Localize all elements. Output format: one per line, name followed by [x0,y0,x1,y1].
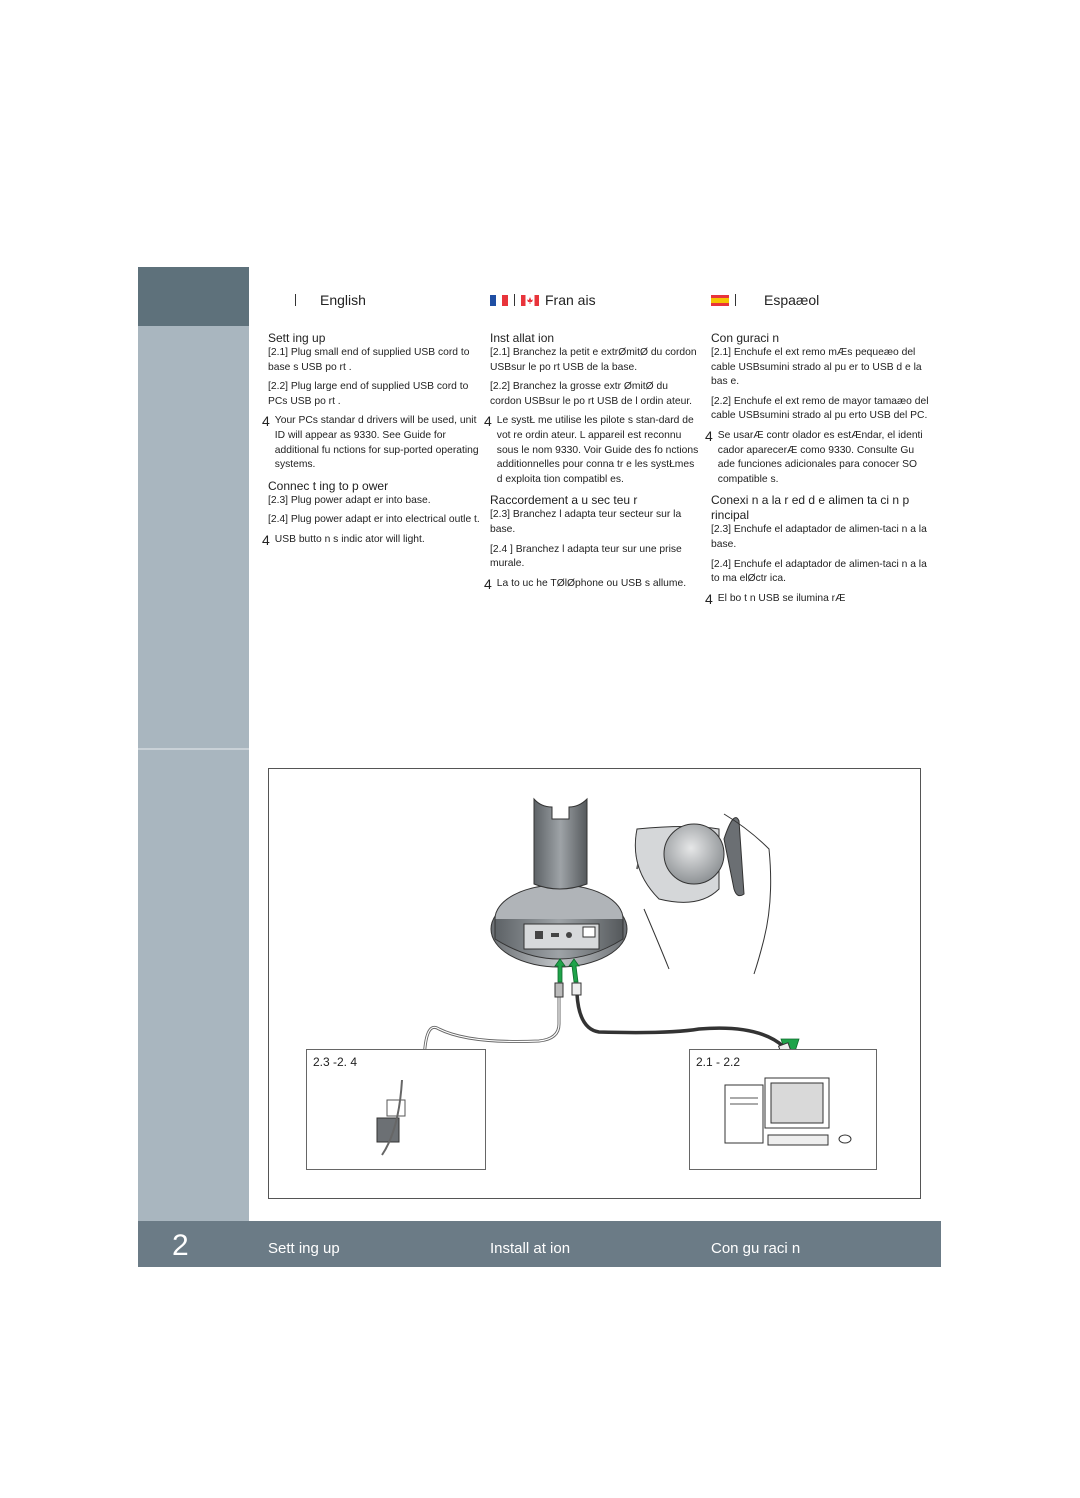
separator [735,294,736,306]
section-title-power: Connec t ing to p ower [268,478,389,493]
separator [295,294,296,306]
language-label: Espaæol [764,291,820,308]
step-2-1: [2.1] Plug small end of supplied USB cor… [268,347,470,373]
note-indicator: 4 La to uc he TØlØphone ou USB s allume. [484,575,687,592]
footer-title-spanish: Con gu raci n [711,1240,801,1257]
inset-power-adapter: 2.3 -2. 4 [306,1049,486,1170]
footer-title-english: Sett ing up [268,1240,340,1257]
column-spanish: Espaæol Con guraci n [2.1] Enchufe el ex… [705,290,929,611]
step-2-2: [2.2] Enchufe el ext remo de mayor tamaæ… [711,395,929,422]
language-heading-french: Fran ais [490,290,702,310]
sidebar-panel-lower [138,750,249,1221]
sidebar-panel [138,326,249,748]
step-2-1: [2.1] Branchez la petit e extrØmitØ du c… [490,347,697,373]
headset-hand-icon [634,813,772,975]
section-title-power: Raccordement a u sec teu r [490,493,638,508]
separator [514,294,515,306]
language-label: English [320,291,366,308]
section-title-setting-up: Sett ing up [268,331,326,345]
footer-bar: 2 Sett ing up Install at ion Con gu raci… [138,1221,941,1267]
column-french: Fran ais Inst allat ion [2.1] Branchez l… [484,290,702,596]
computer-icon [724,1077,852,1146]
language-heading-spanish: Espaæol [711,290,929,310]
footer-title-french: Install at ion [490,1240,571,1257]
step-2-2: [2.2] Plug large end of supplied USB cor… [268,381,469,407]
section-title-configuracion: Con guraci n [711,331,780,345]
bullet-icon: 4 [262,531,270,548]
step-2-3: [2.3] Branchez l adapta teur secteur sur… [490,509,682,535]
section-title-installation: Inst allat ion [490,331,555,345]
note-indicator: 4 USB butto n s indic ator will light. [262,531,425,548]
note-drivers: 4 Le systŁ me utilise les pilote s stan-… [484,414,702,487]
note-drivers: 4 Se usarÆ contr olador es estÆndar, el … [705,429,929,487]
base-station-icon [490,797,628,968]
step-2-4: [2.4 ] Branchez l adapta teur sur une pr… [490,543,682,570]
france-flag-icon [490,294,508,306]
note-indicator: 4 El bo t n USB se ilumina rÆ [705,590,846,607]
step-2-3: [2.3] Plug power adapt er into base. [268,494,431,506]
inset-computer: 2.1 - 2.2 [689,1049,877,1170]
bullet-icon: 4 [484,413,492,430]
spain-flag-icon [711,294,729,306]
step-2-2: [2.2] Branchez la grosse extr ØmitØ du c… [490,381,693,407]
bullet-icon: 4 [262,413,270,430]
step-2-1: [2.1] Enchufe el ext remo mÆs pequeæo de… [711,347,922,388]
bullet-icon: 4 [705,427,713,444]
language-label: Fran ais [545,291,596,308]
bullet-icon: 4 [705,590,713,607]
section-title-power: Conexi n a la r ed d e alimen ta ci n p … [711,493,910,523]
step-2-4: [2.4] Enchufe el adaptador de alimen-tac… [711,558,927,585]
canada-flag-icon [521,294,539,306]
column-english: English Sett ing up [2.1] Plug small end… [262,290,480,553]
step-2-4: [2.4] Plug power adapt er into electrica… [268,514,480,526]
bullet-icon: 4 [484,575,492,592]
setup-illustration: 2.3 -2. 4 2.1 - 2.2 [268,768,921,1199]
step-2-3: [2.3] Enchufe el adaptador de alimen-tac… [711,524,927,550]
language-heading-english: English [268,290,480,310]
power-adapter-icon [376,1079,406,1156]
note-drivers: 4 Your PCs standar d drivers will be use… [262,414,480,472]
sidebar-tab-active [138,267,249,326]
page-number: 2 [172,1229,189,1262]
